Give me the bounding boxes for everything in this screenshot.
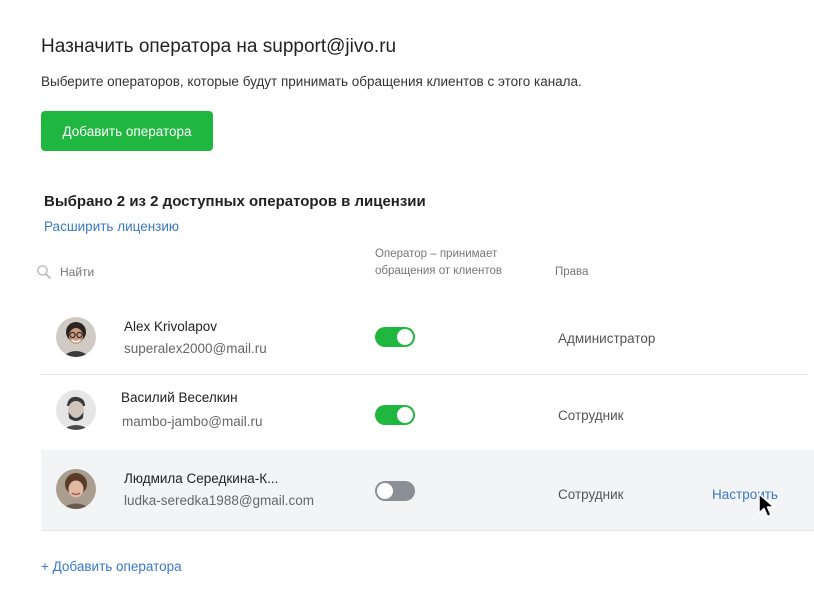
- expand-license-link[interactable]: Расширить лицензию: [44, 219, 179, 234]
- operator-row: Людмила Середкина-К... ludka-seredka1988…: [41, 450, 814, 531]
- accepting-toggle[interactable]: [375, 405, 415, 425]
- search-box[interactable]: [36, 262, 286, 282]
- operator-row: Alex Krivolapov superalex2000@mail.ru Ад…: [41, 298, 808, 375]
- column-header-rights: Права: [555, 266, 589, 278]
- search-input[interactable]: [60, 265, 260, 279]
- operator-email: superalex2000@mail.ru: [124, 341, 267, 356]
- operator-role: Сотрудник: [558, 408, 624, 423]
- operator-email: ludka-seredka1988@gmail.com: [124, 493, 315, 508]
- mouse-pointer-icon: [758, 493, 775, 518]
- search-icon: [37, 265, 51, 279]
- accepting-toggle[interactable]: [375, 481, 415, 501]
- avatar: [56, 469, 96, 509]
- page-title: Назначить оператора на support@jivo.ru: [41, 36, 397, 57]
- column-header-operator: Оператор – принимает обращения от клиент…: [375, 248, 502, 277]
- avatar: [56, 390, 96, 430]
- license-count-text: Выбрано 2 из 2 доступных операторов в ли…: [44, 193, 426, 210]
- add-operator-link[interactable]: + Добавить оператора: [41, 559, 182, 574]
- operator-name: Людмила Середкина-К...: [124, 471, 279, 486]
- operator-role: Администратор: [558, 331, 656, 346]
- avatar: [56, 317, 96, 357]
- operator-name: Василий Веселкин: [121, 390, 238, 405]
- accepting-toggle[interactable]: [375, 327, 415, 347]
- operator-email: mambo-jambo@mail.ru: [122, 414, 263, 429]
- add-operator-button[interactable]: Добавить оператора: [41, 111, 213, 151]
- operator-name: Alex Krivolapov: [124, 319, 218, 334]
- operator-row: Василий Веселкин mambo-jambo@mail.ru Сот…: [41, 375, 808, 452]
- page-subtitle: Выберите операторов, которые будут прини…: [41, 74, 582, 89]
- operator-role: Сотрудник: [558, 487, 624, 502]
